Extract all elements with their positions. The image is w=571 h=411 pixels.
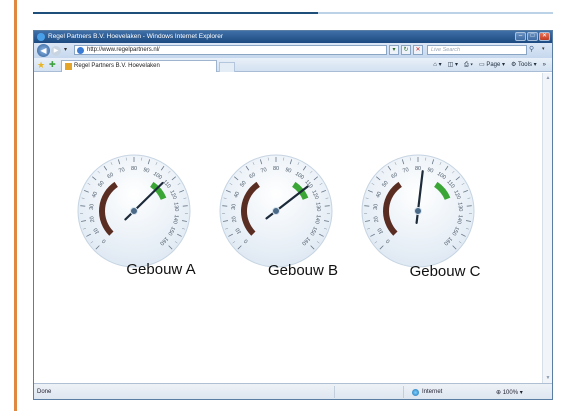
gauge-tick-label: 30 [231, 204, 238, 211]
command-bar: ⌂ ▾ ◫ ▾ ⎙ ▾ ▭ Page ▾ ⚙ Tools ▾ » [433, 61, 546, 70]
maximize-button[interactable]: □ [527, 32, 538, 41]
gauge-tick-label: 80 [131, 166, 137, 172]
home-icon[interactable]: ⌂ ▾ [433, 61, 441, 70]
tab-label: Regel Partners B.V. Hoevelaken [74, 63, 160, 69]
gauge-hub [414, 207, 422, 215]
search-icon[interactable]: ⚲ [529, 45, 539, 55]
zoom-dropdown-icon: ▾ [519, 390, 523, 396]
print-icon[interactable]: ⎙ ▾ [464, 61, 473, 70]
page-content: 0 10 20 30 40 50 60 70 80 90 100 110 120 130 140 150 160… [34, 73, 543, 383]
gauge-hub [130, 207, 138, 215]
close-button[interactable]: ✕ [539, 32, 550, 41]
scroll-down-icon[interactable]: ▼ [544, 374, 552, 382]
gauge-tick-label: 20 [373, 216, 380, 223]
add-favorites-icon[interactable]: ✚ [49, 60, 56, 70]
window-controls: – □ ✕ [515, 32, 550, 41]
vertical-scrollbar[interactable]: ▲ ▼ [542, 73, 552, 383]
gauge-tick-label: 80 [273, 166, 279, 172]
toolbar-overflow-icon[interactable]: » [543, 61, 546, 70]
left-accent-rule [14, 0, 17, 411]
search-dropdown-icon[interactable]: ▾ [542, 46, 545, 52]
url-text: http://www.regelpartners.nl/ [87, 47, 160, 53]
url-dropdown-button[interactable]: ▾ [389, 45, 399, 55]
gauge-label-a: Gebouw A [126, 261, 196, 278]
top-rule-light [318, 12, 553, 14]
refresh-button[interactable]: ↻ [401, 45, 411, 55]
address-bar: ◀ ▶ ▾ http://www.regelpartners.nl/ ▾ ↻ ✕… [34, 43, 552, 58]
gauge-gebouw-a: 010203040506070 80 90100110120130140150160 [77, 154, 191, 268]
globe-icon [412, 389, 419, 396]
gauge-tick-label: 20 [231, 216, 238, 223]
status-bar: Done Internet ⊕ 100% ▾ [34, 383, 552, 399]
zoom-control[interactable]: ⊕ 100% ▾ [496, 389, 523, 396]
minimize-button[interactable]: – [515, 32, 526, 41]
gauge-tick-label: 130 [314, 202, 321, 212]
zoom-value: 100% [502, 390, 519, 396]
tab-bar: ★ ✚ Regel Partners B.V. Hoevelaken ⌂ ▾ ◫… [34, 58, 552, 72]
feeds-icon[interactable]: ◫ ▾ [448, 61, 458, 70]
tab-active[interactable]: Regel Partners B.V. Hoevelaken [61, 60, 217, 72]
status-separators [334, 386, 404, 398]
zoom-icon: ⊕ [496, 390, 502, 396]
gauge-tick-label: 130 [456, 202, 463, 212]
favorites-star-icon[interactable]: ★ [37, 60, 45, 70]
gauge-gebouw-b: 010203040506070 80 90100110120130140150160 [219, 154, 333, 268]
page-menu-label: Page [486, 62, 501, 68]
gauge-tick-label: 30 [89, 204, 96, 211]
gauge-tick-label: 80 [415, 166, 421, 172]
gauge-hub [272, 207, 280, 215]
page-icon [77, 47, 84, 54]
ie-logo-icon [37, 33, 45, 41]
gauge-label-c: Gebouw C [409, 263, 481, 280]
new-tab-button[interactable] [219, 62, 235, 72]
page-menu[interactable]: ▭ Page ▾ [479, 61, 505, 70]
security-zone[interactable]: Internet [412, 389, 442, 396]
stop-button[interactable]: ✕ [413, 45, 423, 55]
gauge-label-b: Gebouw B [267, 262, 339, 279]
search-input[interactable]: Live Search [427, 45, 527, 55]
browser-window: Regel Partners B.V. Hoevelaken - Windows… [33, 30, 553, 400]
scroll-up-icon[interactable]: ▲ [544, 74, 552, 82]
gauge-tick-label: 20 [89, 216, 96, 223]
title-bar: Regel Partners B.V. Hoevelaken - Windows… [34, 31, 552, 43]
gauge-tick-label: 30 [373, 204, 380, 211]
tab-favicon-icon [65, 63, 72, 70]
url-input[interactable]: http://www.regelpartners.nl/ [74, 45, 387, 55]
forward-button[interactable]: ▶ [51, 46, 61, 56]
zone-label: Internet [422, 389, 443, 395]
tools-menu[interactable]: ⚙ Tools ▾ [511, 61, 537, 70]
window-title: Regel Partners B.V. Hoevelaken - Windows… [48, 33, 223, 40]
gauge-tick-label: 130 [172, 202, 179, 212]
page-frame: Regel Partners B.V. Hoevelaken - Windows… [0, 0, 571, 411]
tools-menu-label: Tools [517, 62, 532, 68]
history-dropdown-icon[interactable]: ▾ [64, 46, 67, 53]
back-button[interactable]: ◀ [37, 44, 50, 57]
gauge-gebouw-c: 010203040506070 80 90100110120130140150160 [361, 154, 475, 268]
status-text: Done [37, 389, 52, 395]
